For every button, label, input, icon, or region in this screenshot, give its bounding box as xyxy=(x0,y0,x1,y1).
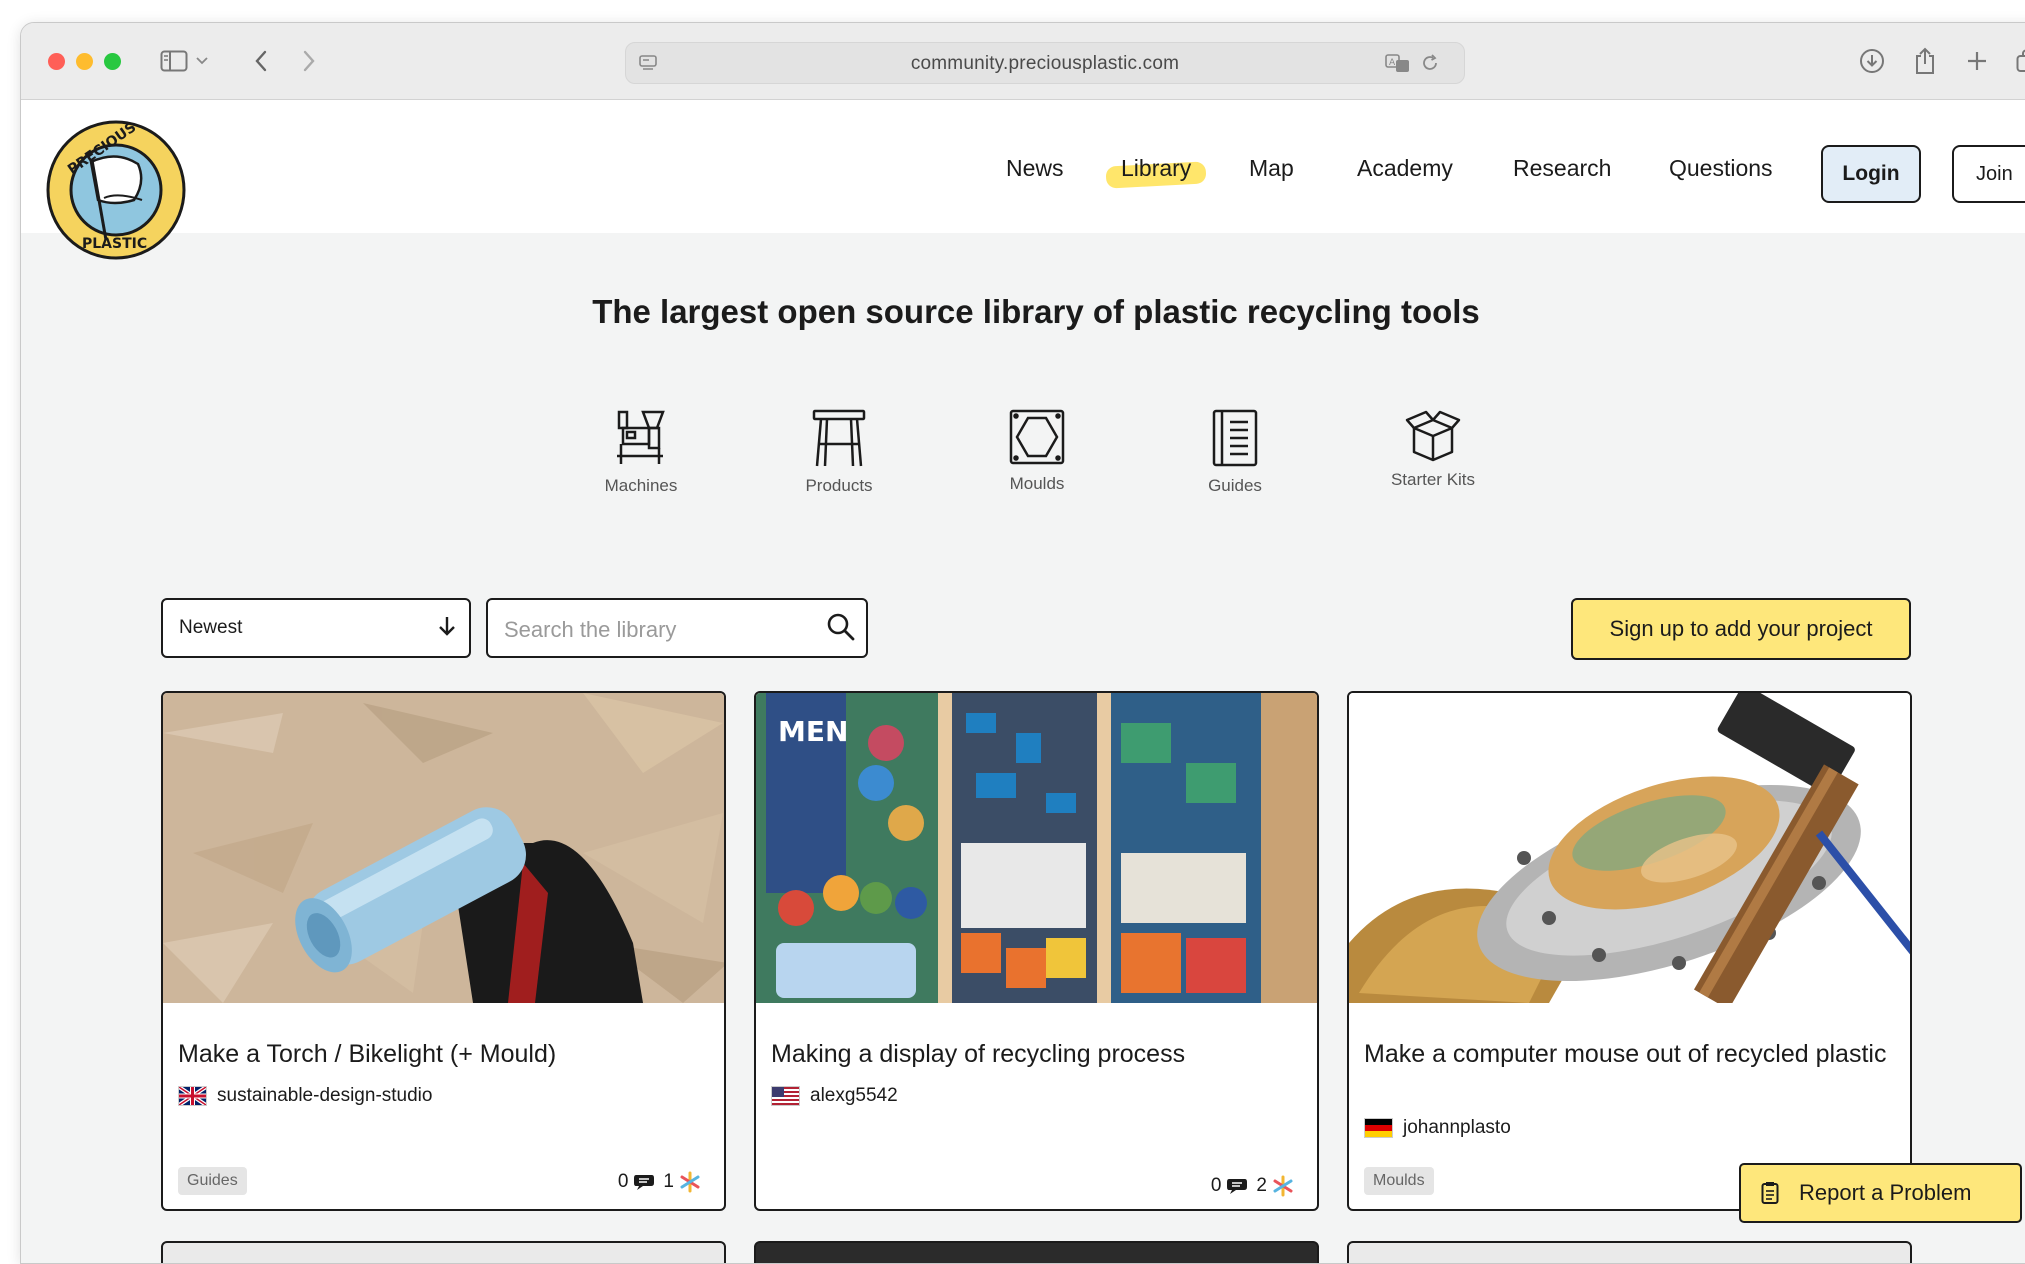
library-card-next-row[interactable] xyxy=(1347,1241,1912,1264)
guides-notebook-icon xyxy=(1210,408,1260,468)
category-products[interactable]: Products xyxy=(769,408,909,496)
chevron-down-icon[interactable] xyxy=(191,43,213,79)
card-title[interactable]: Make a computer mouse out of recycled pl… xyxy=(1364,1038,1890,1070)
comment-count: 0 xyxy=(618,1171,629,1193)
tab-overview-icon[interactable] xyxy=(2011,43,2025,79)
useful-count: 1 xyxy=(663,1171,674,1193)
card-image xyxy=(1349,693,1910,1003)
author-name: alexg5542 xyxy=(810,1085,898,1107)
category-label: Guides xyxy=(1165,476,1305,496)
card-author[interactable]: johannplasto xyxy=(1364,1117,1511,1139)
library-card-next-row[interactable] xyxy=(161,1241,726,1264)
nav-library[interactable]: Library xyxy=(1121,155,1191,182)
sort-value: Newest xyxy=(179,617,242,639)
sidebar-toggle-icon[interactable] xyxy=(156,43,192,79)
report-problem-button[interactable]: Report a Problem xyxy=(1739,1163,2022,1223)
card-tag: Guides xyxy=(178,1167,247,1195)
downloads-icon[interactable] xyxy=(1854,43,1890,79)
de-flag-icon xyxy=(1364,1118,1393,1138)
minimize-window-button[interactable] xyxy=(76,53,93,70)
clipboard-icon xyxy=(1761,1181,1779,1205)
card-stats: 0 1 xyxy=(618,1171,709,1193)
card-author[interactable]: sustainable-design-studio xyxy=(178,1085,432,1107)
category-starter-kits[interactable]: Starter Kits xyxy=(1363,408,1503,490)
library-card-computer-mouse[interactable]: Make a computer mouse out of recycled pl… xyxy=(1347,691,1912,1211)
card-author[interactable]: alexg5542 xyxy=(771,1085,898,1107)
useful-star-icon xyxy=(679,1171,701,1193)
search-input[interactable] xyxy=(502,614,806,646)
comment-icon xyxy=(633,1173,655,1191)
library-card-torch[interactable]: Make a Torch / Bikelight (+ Mould) susta… xyxy=(161,691,726,1211)
nav-academy[interactable]: Academy xyxy=(1357,155,1453,182)
starter-kits-box-icon xyxy=(1404,408,1462,462)
svg-text:MEN: MEN xyxy=(778,715,848,748)
precious-plastic-logo[interactable]: PRECIOUS PLASTIC xyxy=(46,120,186,260)
zoom-window-button[interactable] xyxy=(104,53,121,70)
search-icon[interactable] xyxy=(826,612,856,647)
login-button[interactable]: Login xyxy=(1821,145,1921,203)
nav-research[interactable]: Research xyxy=(1513,155,1611,182)
useful-count: 2 xyxy=(1256,1175,1267,1197)
card-title[interactable]: Making a display of recycling process xyxy=(771,1038,1297,1070)
arrow-down-icon xyxy=(437,614,457,643)
report-problem-label: Report a Problem xyxy=(1799,1180,1971,1206)
library-card-display[interactable]: MEN Making a display of recycling proces xyxy=(754,691,1319,1211)
card-tag: Moulds xyxy=(1364,1167,1434,1195)
products-stool-icon xyxy=(811,408,867,468)
card-stats: 0 2 xyxy=(1211,1175,1302,1197)
svg-text:PLASTIC: PLASTIC xyxy=(82,236,147,252)
page-title: The largest open source library of plast… xyxy=(21,293,2025,331)
share-icon[interactable] xyxy=(1907,43,1943,79)
signup-add-project-button[interactable]: Sign up to add your project xyxy=(1571,598,1911,660)
comment-count: 0 xyxy=(1211,1175,1222,1197)
moulds-icon xyxy=(1008,408,1066,466)
new-tab-icon[interactable] xyxy=(1959,43,1995,79)
category-moulds[interactable]: Moulds xyxy=(967,408,1107,494)
browser-toolbar: community.preciousplastic.com A xyxy=(21,23,2025,100)
site-header: PRECIOUS PLASTIC News Library Map Academ… xyxy=(21,100,2025,233)
close-window-button[interactable] xyxy=(48,53,65,70)
svg-text:A: A xyxy=(1389,58,1396,68)
category-label: Moulds xyxy=(967,474,1107,494)
back-icon[interactable] xyxy=(243,43,279,79)
card-title[interactable]: Make a Torch / Bikelight (+ Mould) xyxy=(178,1038,704,1070)
card-image: MEN xyxy=(756,693,1317,1003)
join-button[interactable]: Join xyxy=(1952,145,2025,203)
nav-news[interactable]: News xyxy=(1006,155,1064,182)
forward-icon[interactable] xyxy=(291,43,327,79)
search-box[interactable] xyxy=(486,598,868,658)
comment-icon xyxy=(1226,1177,1248,1195)
address-bar[interactable]: community.preciousplastic.com A xyxy=(625,42,1465,84)
category-label: Products xyxy=(769,476,909,496)
browser-window: community.preciousplastic.com A xyxy=(20,22,2025,1264)
nav-questions[interactable]: Questions xyxy=(1669,155,1773,182)
url-text: community.preciousplastic.com xyxy=(626,53,1464,75)
translate-icon[interactable]: A xyxy=(1384,49,1412,77)
category-machines[interactable]: Machines xyxy=(571,408,711,496)
nav-map[interactable]: Map xyxy=(1249,155,1294,182)
reload-icon[interactable] xyxy=(1416,49,1444,77)
uk-flag-icon xyxy=(178,1086,207,1106)
category-guides[interactable]: Guides xyxy=(1165,408,1305,496)
machines-icon xyxy=(613,408,669,468)
category-label: Machines xyxy=(571,476,711,496)
library-card-next-row[interactable] xyxy=(754,1241,1319,1264)
author-name: johannplasto xyxy=(1403,1117,1511,1139)
sort-dropdown[interactable]: Newest xyxy=(161,598,471,658)
useful-star-icon xyxy=(1272,1175,1294,1197)
card-image xyxy=(163,693,724,1003)
author-name: sustainable-design-studio xyxy=(217,1085,432,1107)
category-label: Starter Kits xyxy=(1363,470,1503,490)
us-flag-icon xyxy=(771,1086,800,1106)
